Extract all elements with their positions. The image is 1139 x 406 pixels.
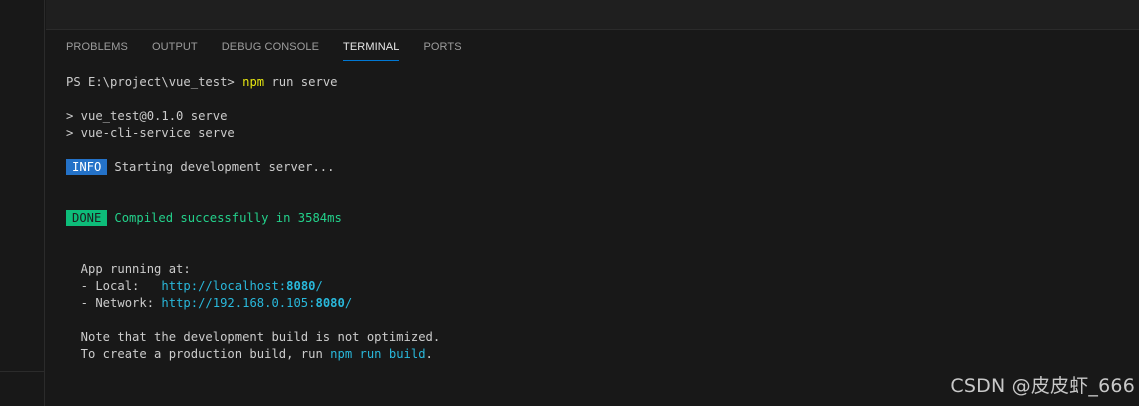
- activity-bar-divider: [0, 371, 45, 372]
- activity-bar: [0, 0, 45, 406]
- local-url-line: - Local: http://localhost:8080/: [66, 278, 1139, 295]
- tab-problems[interactable]: PROBLEMS: [66, 41, 128, 61]
- prompt: PS E:\project\vue_test>: [66, 75, 243, 89]
- network-url-link[interactable]: http://192.168.0.105:8080/: [161, 296, 352, 310]
- tab-output[interactable]: OUTPUT: [152, 41, 198, 61]
- script-line: > vue-cli-service serve: [66, 126, 235, 140]
- terminal-output[interactable]: PS E:\project\vue_test> npm run serve > …: [66, 74, 1139, 363]
- bottom-panel: PROBLEMS OUTPUT DEBUG CONSOLE TERMINAL P…: [46, 30, 1139, 406]
- tab-terminal[interactable]: TERMINAL: [343, 41, 400, 61]
- build-command: npm run build: [330, 347, 426, 361]
- terminal-prompt-line: PS E:\project\vue_test> npm run serve: [66, 74, 1139, 91]
- info-line: INFO Starting development server...: [66, 159, 1139, 176]
- done-text: Compiled successfully in 3584ms: [114, 211, 342, 225]
- done-line: DONE Compiled successfully in 3584ms: [66, 210, 1139, 227]
- command: npm: [242, 75, 265, 89]
- script-line: > vue_test@0.1.0 serve: [66, 109, 228, 123]
- command-args: run serve: [264, 75, 338, 89]
- vscode-window: PROBLEMS OUTPUT DEBUG CONSOLE TERMINAL P…: [0, 0, 1139, 406]
- tab-debug-console[interactable]: DEBUG CONSOLE: [222, 41, 319, 61]
- local-label: - Local:: [66, 279, 162, 293]
- app-running-line: App running at:: [66, 262, 191, 276]
- build-hint-line: To create a production build, run npm ru…: [66, 347, 433, 361]
- info-badge: INFO: [66, 159, 108, 175]
- panel-tabs: PROBLEMS OUTPUT DEBUG CONSOLE TERMINAL P…: [66, 41, 486, 61]
- network-label: - Network:: [66, 296, 162, 310]
- tab-ports[interactable]: PORTS: [423, 41, 461, 61]
- note-line: Note that the development build is not o…: [66, 330, 441, 344]
- info-text: Starting development server...: [114, 160, 335, 174]
- done-badge: DONE: [66, 210, 108, 226]
- network-url-line: - Network: http://192.168.0.105:8080/: [66, 295, 1139, 312]
- csdn-watermark: CSDN @皮皮虾_666: [950, 375, 1135, 397]
- editor-area: [46, 0, 1139, 30]
- local-url-link[interactable]: http://localhost:8080/: [161, 279, 322, 293]
